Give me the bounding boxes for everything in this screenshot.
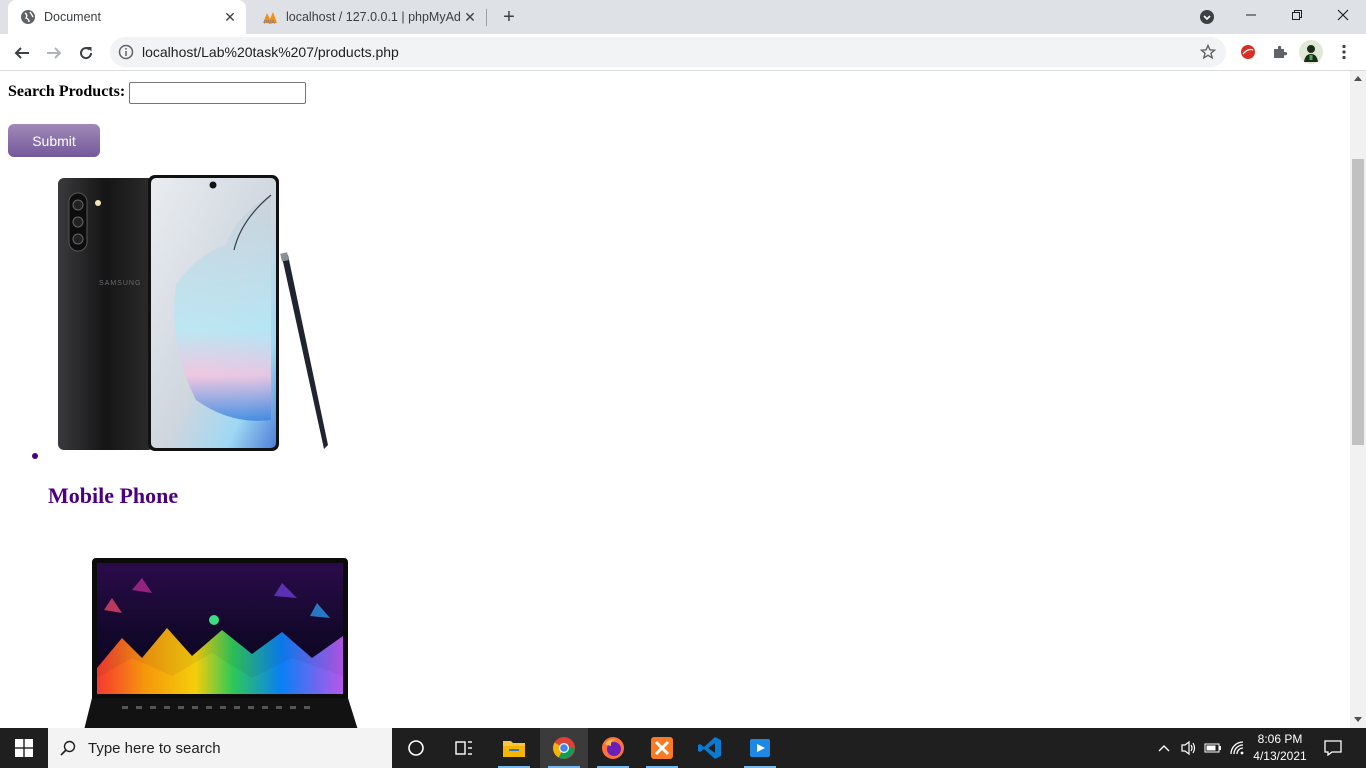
tab-separator [486, 9, 487, 26]
samsung-phone-image: SAMSUNG [58, 175, 328, 451]
task-view-button[interactable] [440, 728, 488, 768]
windows-taskbar: Type here to search 8:06 PM 4/13/2021 [0, 728, 1366, 768]
taskbar-search-box[interactable]: Type here to search [48, 728, 392, 768]
url-text[interactable]: localhost/Lab%20task%207/products.php [142, 44, 399, 60]
samsung-logo: SAMSUNG [99, 280, 141, 287]
start-button[interactable] [0, 728, 48, 768]
info-icon[interactable] [118, 44, 134, 60]
media-player-icon [750, 739, 770, 757]
arrow-left-icon [14, 47, 29, 59]
browser-toolbar: localhost/Lab%20task%207/products.php [0, 34, 1366, 71]
taskbar-file-explorer[interactable] [490, 728, 538, 768]
taskbar-search-placeholder: Type here to search [88, 739, 221, 757]
search-label: Search Products: [8, 83, 126, 100]
scrollbar-thumb[interactable] [1352, 159, 1364, 445]
windows-logo-icon [15, 739, 33, 757]
extensions-puzzle-icon[interactable] [1268, 40, 1292, 64]
cortana-button[interactable] [392, 728, 440, 768]
taskbar-clock[interactable]: 8:06 PM 4/13/2021 [1248, 731, 1312, 765]
new-tab-button[interactable]: + [498, 6, 520, 28]
clock-date: 4/13/2021 [1253, 749, 1307, 763]
taskbar-media-player[interactable] [736, 728, 784, 768]
taskbar-vscode[interactable] [686, 728, 734, 768]
clock-time: 8:06 PM [1257, 732, 1303, 746]
back-button[interactable] [8, 39, 36, 67]
menu-kebab-icon[interactable] [1332, 40, 1356, 64]
product-name: Mobile Phone [48, 483, 179, 508]
scroll-down-arrow-icon[interactable] [1354, 717, 1362, 722]
battery-icon[interactable] [1202, 728, 1224, 768]
page-content: Search Products: Submit SAMSUNG Mobile P… [0, 71, 1350, 728]
close-window-button[interactable] [1320, 0, 1366, 30]
vscode-icon [698, 737, 721, 759]
firefox-icon [602, 737, 624, 759]
page-scrollbar[interactable] [1350, 71, 1366, 728]
task-view-icon [455, 741, 472, 755]
wifi-icon[interactable] [1226, 728, 1248, 768]
submit-button[interactable]: Submit [8, 124, 100, 157]
bookmark-star-icon[interactable] [1198, 42, 1218, 62]
taskbar-chrome[interactable] [540, 728, 588, 768]
tab-title: Document [44, 10, 101, 24]
show-hidden-icons-chevron[interactable] [1154, 728, 1174, 768]
cortana-circle-icon [408, 740, 424, 756]
search-icon [60, 740, 76, 756]
globe-icon [20, 9, 36, 25]
tab-strip: Document ✕ PMA localhost / 127.0.0.1 | p… [0, 0, 1366, 34]
reload-icon [80, 47, 93, 60]
xampp-icon [651, 737, 673, 759]
tab-search-icon[interactable] [1198, 8, 1216, 26]
tab-document[interactable]: Document ✕ [8, 0, 246, 34]
close-tab-icon[interactable]: ✕ [220, 7, 240, 27]
chrome-icon [553, 737, 575, 759]
file-explorer-icon [503, 741, 525, 757]
tab-title: localhost / 127.0.0.1 | phpMyAdmin [286, 10, 460, 24]
taskbar-xampp[interactable] [638, 728, 686, 768]
svg-text:PMA: PMA [264, 20, 276, 25]
phpmyadmin-icon: PMA [262, 9, 278, 25]
minimize-button[interactable] [1228, 0, 1274, 30]
search-input[interactable] [129, 82, 306, 104]
extension-red-icon[interactable] [1236, 40, 1260, 64]
notification-center-icon[interactable] [1318, 728, 1348, 768]
profile-avatar-icon[interactable] [1299, 40, 1323, 64]
list-bullet [32, 453, 38, 459]
taskbar-firefox[interactable] [589, 728, 637, 768]
arrow-right-icon [47, 47, 62, 59]
scroll-up-arrow-icon[interactable] [1354, 76, 1362, 81]
reload-button[interactable] [72, 39, 100, 67]
forward-button[interactable] [40, 39, 68, 67]
address-bar[interactable]: localhost/Lab%20task%207/products.php [110, 37, 1226, 67]
laptop-image [84, 558, 358, 728]
restore-button[interactable] [1274, 0, 1320, 30]
volume-icon[interactable] [1178, 728, 1200, 768]
close-tab-icon[interactable]: ✕ [460, 7, 480, 27]
tab-phpmyadmin[interactable]: PMA localhost / 127.0.0.1 | phpMyAdmin ✕ [250, 0, 486, 34]
